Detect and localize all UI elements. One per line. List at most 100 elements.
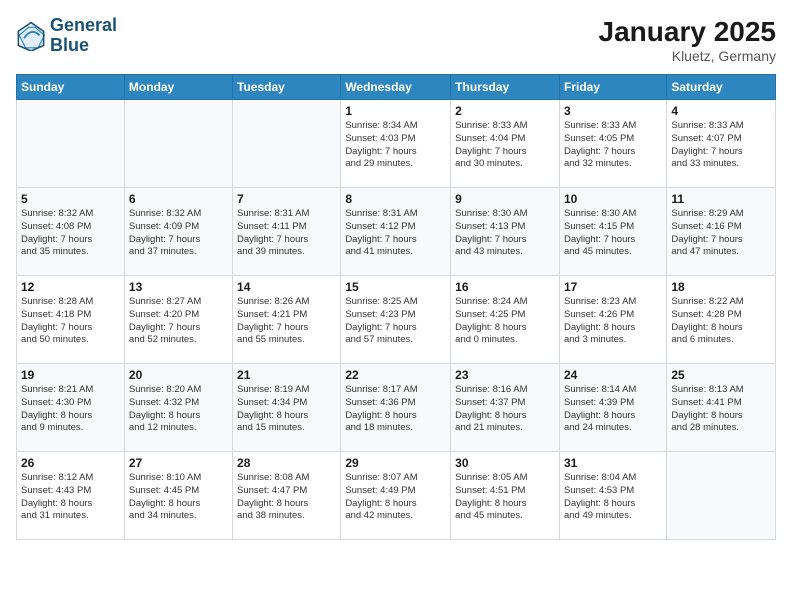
- weekday-header: Thursday: [451, 75, 560, 100]
- day-info: Sunrise: 8:17 AM Sunset: 4:36 PM Dayligh…: [345, 384, 446, 435]
- day-number: 17: [564, 280, 662, 294]
- calendar-cell: 4Sunrise: 8:33 AM Sunset: 4:07 PM Daylig…: [667, 100, 776, 188]
- day-number: 26: [21, 456, 120, 470]
- logo-icon: [16, 21, 46, 51]
- logo-text: General Blue: [50, 16, 117, 56]
- day-info: Sunrise: 8:16 AM Sunset: 4:37 PM Dayligh…: [455, 384, 555, 435]
- calendar-cell: 21 Sunrise: 8:19 AM Sunset: 4:34 PM Dayli…: [233, 364, 341, 452]
- calendar-body: 1 Sunrise: 8:34 AM Sunset: 4:03 PM Daylig…: [17, 100, 776, 540]
- calendar-cell: [17, 100, 125, 188]
- weekday-header: Monday: [124, 75, 232, 100]
- calendar-cell: [667, 452, 776, 540]
- day-number: 3: [564, 104, 662, 118]
- header: General Blue January 2025 Kluetz, German…: [16, 16, 776, 64]
- day-info: Sunrise: 8:10 AM Sunset: 4:45 PM Dayligh…: [129, 472, 228, 523]
- day-info: Sunrise: 8:05 AM Sunset: 4:51 PM Dayligh…: [455, 472, 555, 523]
- day-number: 24: [564, 368, 662, 382]
- calendar-cell: 12 Sunrise: 8:28 AM Sunset: 4:18 PM Dayli…: [17, 276, 125, 364]
- calendar-cell: 23 Sunrise: 8:16 AM Sunset: 4:37 PM Dayli…: [451, 364, 560, 452]
- day-info: Sunrise: 8:07 AM Sunset: 4:49 PM Dayligh…: [345, 472, 446, 523]
- page: General Blue January 2025 Kluetz, German…: [0, 0, 792, 612]
- calendar-table: SundayMondayTuesdayWednesdayThursdayFrid…: [16, 74, 776, 540]
- day-number: 6: [129, 192, 228, 206]
- day-info: Sunrise: 8:14 AM Sunset: 4:39 PM Dayligh…: [564, 384, 662, 435]
- calendar-cell: 15 Sunrise: 8:25 AM Sunset: 4:23 PM Dayli…: [341, 276, 451, 364]
- calendar-cell: 6Sunrise: 8:32 AM Sunset: 4:09 PM Daylig…: [124, 188, 232, 276]
- day-info: Sunrise: 8:22 AM Sunset: 4:28 PM Dayligh…: [671, 296, 771, 347]
- logo-line1: General: [50, 16, 117, 36]
- calendar-cell: 14Sunrise: 8:26 AM Sunset: 4:21 PM Dayli…: [233, 276, 341, 364]
- calendar-cell: 11Sunrise: 8:29 AM Sunset: 4:16 PM Dayli…: [667, 188, 776, 276]
- calendar-cell: 22Sunrise: 8:17 AM Sunset: 4:36 PM Dayli…: [341, 364, 451, 452]
- calendar-cell: 10 Sunrise: 8:30 AM Sunset: 4:15 PM Dayli…: [559, 188, 666, 276]
- day-number: 16: [455, 280, 555, 294]
- day-number: 5: [21, 192, 120, 206]
- day-info: Sunrise: 8:30 AM Sunset: 4:15 PM Dayligh…: [564, 208, 662, 259]
- day-info: Sunrise: 8:32 AM Sunset: 4:08 PM Dayligh…: [21, 208, 120, 259]
- day-number: 20: [129, 368, 228, 382]
- day-info: Sunrise: 8:31 AM Sunset: 4:12 PM Dayligh…: [345, 208, 446, 259]
- calendar-cell: 5 Sunrise: 8:32 AM Sunset: 4:08 PM Daylig…: [17, 188, 125, 276]
- day-info: Sunrise: 8:31 AM Sunset: 4:11 PM Dayligh…: [237, 208, 336, 259]
- calendar-week-row: 19 Sunrise: 8:21 AM Sunset: 4:30 PM Dayli…: [17, 364, 776, 452]
- calendar-cell: 13 Sunrise: 8:27 AM Sunset: 4:20 PM Dayli…: [124, 276, 232, 364]
- day-number: 23: [455, 368, 555, 382]
- day-number: 9: [455, 192, 555, 206]
- calendar-cell: 29Sunrise: 8:07 AM Sunset: 4:49 PM Dayli…: [341, 452, 451, 540]
- day-info: Sunrise: 8:13 AM Sunset: 4:41 PM Dayligh…: [671, 384, 771, 435]
- calendar-cell: 18 Sunrise: 8:22 AM Sunset: 4:28 PM Dayli…: [667, 276, 776, 364]
- calendar-cell: 26Sunrise: 8:12 AM Sunset: 4:43 PM Dayli…: [17, 452, 125, 540]
- logo-line2: Blue: [50, 36, 117, 56]
- calendar-cell: 17 Sunrise: 8:23 AM Sunset: 4:26 PM Dayli…: [559, 276, 666, 364]
- day-number: 18: [671, 280, 771, 294]
- day-number: 12: [21, 280, 120, 294]
- weekday-header: Saturday: [667, 75, 776, 100]
- day-number: 15: [345, 280, 446, 294]
- day-number: 8: [345, 192, 446, 206]
- day-info: Sunrise: 8:27 AM Sunset: 4:20 PM Dayligh…: [129, 296, 228, 347]
- weekday-header: Friday: [559, 75, 666, 100]
- calendar-week-row: 1 Sunrise: 8:34 AM Sunset: 4:03 PM Daylig…: [17, 100, 776, 188]
- day-info: Sunrise: 8:19 AM Sunset: 4:34 PM Dayligh…: [237, 384, 336, 435]
- day-number: 1: [345, 104, 446, 118]
- day-info: Sunrise: 8:30 AM Sunset: 4:13 PM Dayligh…: [455, 208, 555, 259]
- day-info: Sunrise: 8:23 AM Sunset: 4:26 PM Dayligh…: [564, 296, 662, 347]
- day-info: Sunrise: 8:34 AM Sunset: 4:03 PM Dayligh…: [345, 120, 446, 171]
- day-info: Sunrise: 8:21 AM Sunset: 4:30 PM Dayligh…: [21, 384, 120, 435]
- day-number: 2: [455, 104, 555, 118]
- calendar-cell: 3 Sunrise: 8:33 AM Sunset: 4:05 PM Daylig…: [559, 100, 666, 188]
- calendar-cell: 20 Sunrise: 8:20 AM Sunset: 4:32 PM Dayli…: [124, 364, 232, 452]
- calendar-cell: [233, 100, 341, 188]
- day-number: 13: [129, 280, 228, 294]
- calendar-week-row: 26Sunrise: 8:12 AM Sunset: 4:43 PM Dayli…: [17, 452, 776, 540]
- calendar-cell: 19 Sunrise: 8:21 AM Sunset: 4:30 PM Dayli…: [17, 364, 125, 452]
- calendar-cell: 16Sunrise: 8:24 AM Sunset: 4:25 PM Dayli…: [451, 276, 560, 364]
- weekday-row: SundayMondayTuesdayWednesdayThursdayFrid…: [17, 75, 776, 100]
- calendar-cell: [124, 100, 232, 188]
- day-number: 30: [455, 456, 555, 470]
- calendar-cell: 1 Sunrise: 8:34 AM Sunset: 4:03 PM Daylig…: [341, 100, 451, 188]
- calendar-cell: 27Sunrise: 8:10 AM Sunset: 4:45 PM Dayli…: [124, 452, 232, 540]
- weekday-header: Sunday: [17, 75, 125, 100]
- day-number: 19: [21, 368, 120, 382]
- day-number: 28: [237, 456, 336, 470]
- day-number: 21: [237, 368, 336, 382]
- day-info: Sunrise: 8:20 AM Sunset: 4:32 PM Dayligh…: [129, 384, 228, 435]
- day-info: Sunrise: 8:28 AM Sunset: 4:18 PM Dayligh…: [21, 296, 120, 347]
- calendar-cell: 25Sunrise: 8:13 AM Sunset: 4:41 PM Dayli…: [667, 364, 776, 452]
- calendar-cell: 31Sunrise: 8:04 AM Sunset: 4:53 PM Dayli…: [559, 452, 666, 540]
- day-number: 7: [237, 192, 336, 206]
- day-number: 4: [671, 104, 771, 118]
- calendar-subtitle: Kluetz, Germany: [599, 48, 776, 64]
- day-info: Sunrise: 8:04 AM Sunset: 4:53 PM Dayligh…: [564, 472, 662, 523]
- day-info: Sunrise: 8:33 AM Sunset: 4:05 PM Dayligh…: [564, 120, 662, 171]
- title-block: January 2025 Kluetz, Germany: [599, 16, 776, 64]
- calendar-week-row: 5 Sunrise: 8:32 AM Sunset: 4:08 PM Daylig…: [17, 188, 776, 276]
- day-info: Sunrise: 8:08 AM Sunset: 4:47 PM Dayligh…: [237, 472, 336, 523]
- calendar-title: January 2025: [599, 16, 776, 48]
- day-info: Sunrise: 8:25 AM Sunset: 4:23 PM Dayligh…: [345, 296, 446, 347]
- day-info: Sunrise: 8:33 AM Sunset: 4:04 PM Dayligh…: [455, 120, 555, 171]
- calendar-cell: 8 Sunrise: 8:31 AM Sunset: 4:12 PM Daylig…: [341, 188, 451, 276]
- day-number: 11: [671, 192, 771, 206]
- day-number: 10: [564, 192, 662, 206]
